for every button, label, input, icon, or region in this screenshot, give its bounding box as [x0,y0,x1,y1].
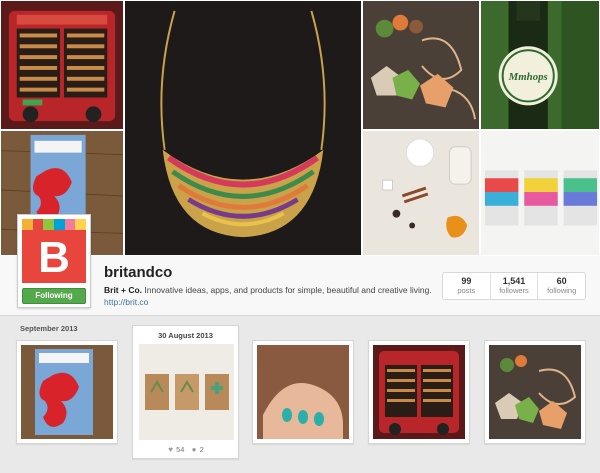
following-button[interactable]: Following [22,288,86,304]
photo-thumbnail-manicure[interactable] [252,340,354,444]
photo-thumbnail-pizza-cutter[interactable] [16,340,118,444]
stat-followers[interactable]: 1,541 followers [491,273,539,299]
bio-text: Innovative ideas, apps, and products for… [142,285,432,295]
stat-value: 60 [556,276,567,286]
month-label: September 2013 [20,324,78,333]
cover-photo-beer-bottle[interactable]: Mmhops [480,0,600,130]
cover-photo-geometric-beads[interactable] [362,0,480,130]
svg-text:Mmhops: Mmhops [508,71,548,83]
photo-air-plants[interactable] [139,344,234,440]
stat-value: 99 [461,276,472,286]
stat-following[interactable]: 60 following [538,273,585,299]
photo-card-featured[interactable]: 30 August 2013 ♥ 54 ● 2 [132,325,239,459]
cover-photo-vending-machine[interactable] [0,0,124,130]
cover-photo-candles[interactable] [480,130,600,256]
stat-label: posts [457,286,476,295]
website-link[interactable]: http://brit.co [104,297,148,307]
stats-box: 99 posts 1,541 followers 60 following [442,272,586,300]
avatar-card: B Following [17,214,91,308]
comment-icon[interactable]: ● [192,445,197,454]
avatar[interactable]: B [22,219,86,283]
stat-value: 1,541 [502,276,526,286]
cover-photo-ingredients[interactable] [362,130,480,256]
bio-name: Brit + Co. [104,285,143,295]
avatar-letter: B [38,233,70,282]
comments-count: 2 [199,445,204,454]
photo-meta: ♥ 54 ● 2 [133,445,238,454]
cover-photo-necklace[interactable] [124,0,362,256]
photo-date: 30 August 2013 [158,331,213,340]
photo-thumbnail-geometric-beads[interactable] [484,340,586,444]
likes-count: 54 [176,445,185,454]
profile-options-icon[interactable]: ▫ [163,268,166,277]
avatar-stripes [22,219,86,230]
photo-thumbnail-vending-machine[interactable] [368,340,470,444]
bio: Brit + Co. Innovative ideas, apps, and p… [104,285,434,295]
stat-label: following [547,286,577,295]
stat-label: followers [499,286,529,295]
heart-icon[interactable]: ♥ [168,445,173,454]
stat-posts[interactable]: 99 posts [443,273,491,299]
profile-page: Mmhops B Following britandco ▫ Brit + Co… [0,0,600,473]
